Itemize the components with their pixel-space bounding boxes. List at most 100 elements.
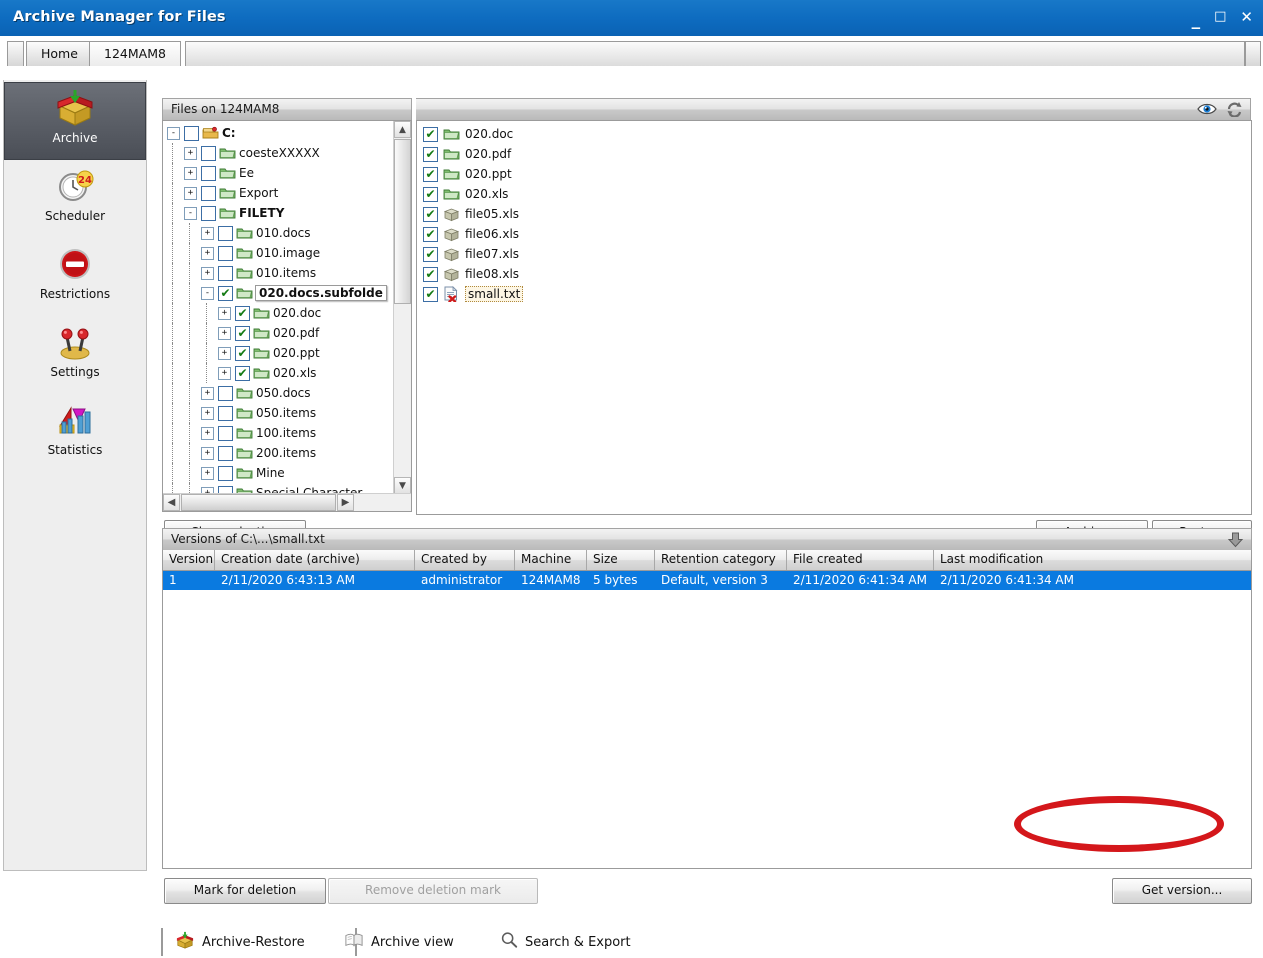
tree-item-coestexxxxx[interactable]: +coesteXXXXX	[163, 143, 392, 163]
expand-toggle-icon[interactable]: +	[201, 227, 214, 240]
sidebar-item-scheduler[interactable]: 24 Scheduler	[4, 160, 146, 238]
versions-table-body[interactable]: 12/11/2020 6:43:13 AMadministrator124MAM…	[163, 571, 1251, 590]
expand-toggle-icon[interactable]: +	[184, 187, 197, 200]
tab-124mam8[interactable]: 124MAM8	[89, 41, 181, 66]
sidebar-item-restrictions[interactable]: Restrictions	[4, 238, 146, 316]
expand-toggle-icon[interactable]: +	[184, 147, 197, 160]
bottom-tab-archive-restore[interactable]: Archive-Restore	[162, 928, 356, 956]
tree-item-100-items[interactable]: +100.items	[163, 423, 392, 443]
expand-toggle-icon[interactable]: +	[218, 327, 231, 340]
expand-toggle-icon[interactable]: +	[201, 247, 214, 260]
collapse-toggle-icon[interactable]: -	[167, 127, 180, 140]
scroll-left-button[interactable]: ◀	[163, 494, 180, 511]
folder-tree[interactable]: -C:+coesteXXXXX+Ee+Export-FILETY+010.doc…	[163, 121, 392, 494]
tree-item-checkbox[interactable]	[218, 446, 233, 461]
versions-column-header[interactable]: File created	[787, 550, 934, 570]
expand-toggle-icon[interactable]: +	[218, 367, 231, 380]
get-version-button[interactable]: Get version...	[1112, 878, 1252, 904]
expand-toggle-icon[interactable]: +	[201, 427, 214, 440]
tree-item-checkbox[interactable]	[218, 226, 233, 241]
bottom-tab-archive-view[interactable]: Archive view	[332, 928, 510, 956]
versions-table-row[interactable]: 12/11/2020 6:43:13 AMadministrator124MAM…	[163, 571, 1251, 590]
tree-item-020-xls[interactable]: +✔020.xls	[163, 363, 392, 383]
file-list-item[interactable]: ✔020.doc	[417, 124, 1251, 144]
versions-column-header[interactable]: Last modification	[934, 550, 1251, 570]
file-list-item[interactable]: ✔020.ppt	[417, 164, 1251, 184]
scroll-up-button[interactable]: ▲	[394, 121, 411, 138]
file-item-checkbox[interactable]: ✔	[423, 287, 438, 302]
tree-item-010-image[interactable]: +010.image	[163, 243, 392, 263]
tree-item-checkbox[interactable]	[218, 406, 233, 421]
tree-item-200-items[interactable]: +200.items	[163, 443, 392, 463]
tree-item-010-items[interactable]: +010.items	[163, 263, 392, 283]
tree-vertical-scrollbar[interactable]: ▲ ▼	[393, 121, 411, 494]
versions-column-header[interactable]: Retention category	[655, 550, 787, 570]
tree-item-020-doc[interactable]: +✔020.doc	[163, 303, 392, 323]
expand-toggle-icon[interactable]: +	[201, 407, 214, 420]
scroll-right-button[interactable]: ▶	[337, 494, 354, 511]
tab-home[interactable]: Home	[26, 41, 93, 66]
file-item-checkbox[interactable]: ✔	[423, 227, 438, 242]
tree-item-checkbox[interactable]	[218, 386, 233, 401]
versions-column-header[interactable]: Created by	[415, 550, 515, 570]
tree-item-checkbox[interactable]: ✔	[235, 366, 250, 381]
minimize-icon[interactable]: _	[1192, 13, 1201, 27]
file-item-checkbox[interactable]: ✔	[423, 167, 438, 182]
collapse-toggle-icon[interactable]: -	[201, 287, 214, 300]
file-list-item[interactable]: ✔020.xls	[417, 184, 1251, 204]
tree-item-020-pdf[interactable]: +✔020.pdf	[163, 323, 392, 343]
file-list-item[interactable]: ✔020.pdf	[417, 144, 1251, 164]
tree-item-checkbox[interactable]	[218, 246, 233, 261]
expand-toggle-icon[interactable]: +	[218, 347, 231, 360]
tree-item-checkbox[interactable]: ✔	[235, 326, 250, 341]
file-item-checkbox[interactable]: ✔	[423, 187, 438, 202]
expand-toggle-icon[interactable]: +	[184, 167, 197, 180]
expand-toggle-icon[interactable]: +	[201, 267, 214, 280]
tree-item-050-docs[interactable]: +050.docs	[163, 383, 392, 403]
tree-item-020-ppt[interactable]: +✔020.ppt	[163, 343, 392, 363]
sidebar-item-statistics[interactable]: Statistics	[4, 394, 146, 472]
file-list-panel[interactable]: ✔020.doc✔020.pdf✔020.ppt✔020.xls✔file05.…	[416, 120, 1252, 515]
tree-item-050-items[interactable]: +050.items	[163, 403, 392, 423]
tree-item-checkbox[interactable]	[218, 266, 233, 281]
tree-item-mine[interactable]: +Mine	[163, 463, 392, 483]
tree-item-checkbox[interactable]: ✔	[235, 346, 250, 361]
expand-toggle-icon[interactable]: +	[201, 447, 214, 460]
tree-item-ee[interactable]: +Ee	[163, 163, 392, 183]
file-item-checkbox[interactable]: ✔	[423, 147, 438, 162]
bottom-tab-search-export[interactable]: Search & Export	[488, 928, 692, 956]
file-item-checkbox[interactable]: ✔	[423, 207, 438, 222]
versions-column-header[interactable]: Machine	[515, 550, 587, 570]
tree-item-checkbox[interactable]: ✔	[218, 286, 233, 301]
file-item-checkbox[interactable]: ✔	[423, 267, 438, 282]
tree-item-checkbox[interactable]	[201, 206, 216, 221]
expand-toggle-icon[interactable]: +	[201, 467, 214, 480]
tree-item-filety[interactable]: -FILETY	[163, 203, 392, 223]
file-list-item[interactable]: ✔file05.xls	[417, 204, 1251, 224]
expand-toggle-icon[interactable]: +	[218, 307, 231, 320]
file-list-item[interactable]: ✔small.txt	[417, 284, 1251, 304]
sidebar-item-settings[interactable]: Settings	[4, 316, 146, 394]
file-list-item[interactable]: ✔file07.xls	[417, 244, 1251, 264]
tree-item-020-docs-subfolde[interactable]: -✔020.docs.subfolde	[163, 283, 392, 303]
tree-item-checkbox[interactable]	[218, 466, 233, 481]
maximize-icon[interactable]: □	[1214, 10, 1226, 24]
tree-item-010-docs[interactable]: +010.docs	[163, 223, 392, 243]
tree-item-checkbox[interactable]: ✔	[235, 306, 250, 321]
file-list-item[interactable]: ✔file06.xls	[417, 224, 1251, 244]
file-item-checkbox[interactable]: ✔	[423, 247, 438, 262]
sidebar-item-archive[interactable]: Archive	[4, 82, 146, 160]
tree-item-checkbox[interactable]	[184, 126, 199, 141]
versions-column-header[interactable]: Creation date (archive)	[215, 550, 415, 570]
mark-for-deletion-button[interactable]: Mark for deletion	[164, 878, 326, 904]
versions-column-header[interactable]: Size	[587, 550, 655, 570]
tree-item-checkbox[interactable]	[218, 426, 233, 441]
versions-column-header[interactable]: Version	[163, 550, 215, 570]
tree-item-c-[interactable]: -C:	[163, 123, 392, 143]
file-list-item[interactable]: ✔file08.xls	[417, 264, 1251, 284]
file-item-checkbox[interactable]: ✔	[423, 127, 438, 142]
tree-item-export[interactable]: +Export	[163, 183, 392, 203]
tree-scroll-thumb[interactable]	[394, 139, 411, 304]
close-icon[interactable]: ✕	[1240, 10, 1253, 24]
tree-item-checkbox[interactable]	[201, 186, 216, 201]
